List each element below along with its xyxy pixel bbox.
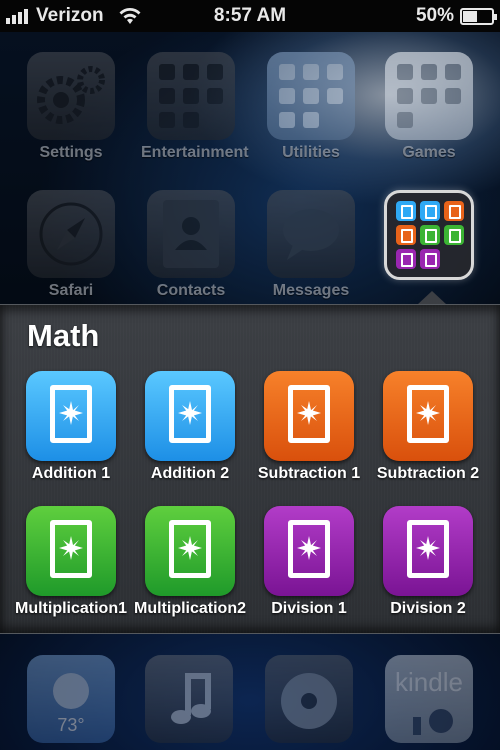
mini-app-icon [420,249,440,269]
gear-icon [27,52,115,140]
math-app-icon [383,506,473,596]
app-label: Division 2 [390,600,466,617]
math-app-icon [383,371,473,461]
mini-app-icon [444,201,464,221]
app-label: Multiplication1 [15,600,127,617]
app-label: Addition 1 [31,465,111,482]
weather-temp: 73° [57,715,85,735]
app-addition-2[interactable]: Addition 2 [128,371,252,483]
folder-icon [385,52,473,140]
folder-icon [267,52,355,140]
status-bar: Verizon 8:57 AM 50% [0,0,500,32]
app-label: Contacts [156,282,226,299]
app-label: Safari [48,282,94,299]
folder-pointer [417,291,447,305]
dock-music-app[interactable] [145,655,233,743]
app-addition-1[interactable]: Addition 1 [9,371,133,483]
mini-app-icon [420,201,440,221]
app-subtraction-1[interactable]: Subtraction 1 [247,371,371,483]
music-note-icon [171,673,211,724]
mini-app-icon [396,249,416,269]
dock-disk-app[interactable] [265,655,353,743]
mini-app-icon [396,201,416,221]
compass-icon [27,190,115,278]
app-messages[interactable]: Messages [261,190,361,300]
dock-weather-app[interactable]: 73° [27,655,115,743]
folder-games[interactable]: Games [379,52,479,162]
app-multiplication-2[interactable]: Multiplication2 [128,506,252,618]
app-safari[interactable]: Safari [21,190,121,300]
math-folder-icon[interactable] [384,190,474,280]
app-label: Utilities [282,144,340,161]
app-label: Subtraction 2 [376,465,480,482]
math-app-icon [264,371,354,461]
folder-utilities[interactable]: Utilities [261,52,361,162]
app-label: Entertainment [141,144,249,161]
folder-icon [147,52,235,140]
reader-tree-icon [413,709,453,735]
battery-percent: 50% [415,5,454,26]
math-app-icon [26,506,116,596]
mini-app-icon [420,225,440,245]
app-division-1[interactable]: Division 1 [247,506,371,618]
app-label: Settings [39,144,103,161]
folder-entertainment[interactable]: Entertainment [141,52,249,162]
mini-app-icon [396,225,416,245]
speech-bubble-icon [267,190,355,278]
app-division-2[interactable]: Division 2 [366,506,490,618]
battery-icon [460,7,497,25]
app-label: Messages [272,282,350,299]
math-app-icon [26,371,116,461]
app-contacts[interactable]: Contacts [141,190,241,300]
math-app-icon [145,506,235,596]
disk-icon [281,673,337,729]
contacts-icon [147,190,235,278]
app-multiplication-1[interactable]: Multiplication1 [9,506,133,618]
app-label: Addition 2 [150,465,230,482]
app-subtraction-2[interactable]: Subtraction 2 [366,371,490,483]
app-label: Division 1 [271,600,347,617]
dock-kindle-app[interactable]: kindle [385,655,473,743]
app-settings[interactable]: Settings [21,52,121,162]
mini-app-icon [444,225,464,245]
math-app-icon [264,506,354,596]
app-label: Games [402,144,456,161]
folder-title[interactable]: Math [27,318,99,354]
app-label: Subtraction 1 [257,465,361,482]
math-app-icon [145,371,235,461]
app-label: Multiplication2 [134,600,246,617]
